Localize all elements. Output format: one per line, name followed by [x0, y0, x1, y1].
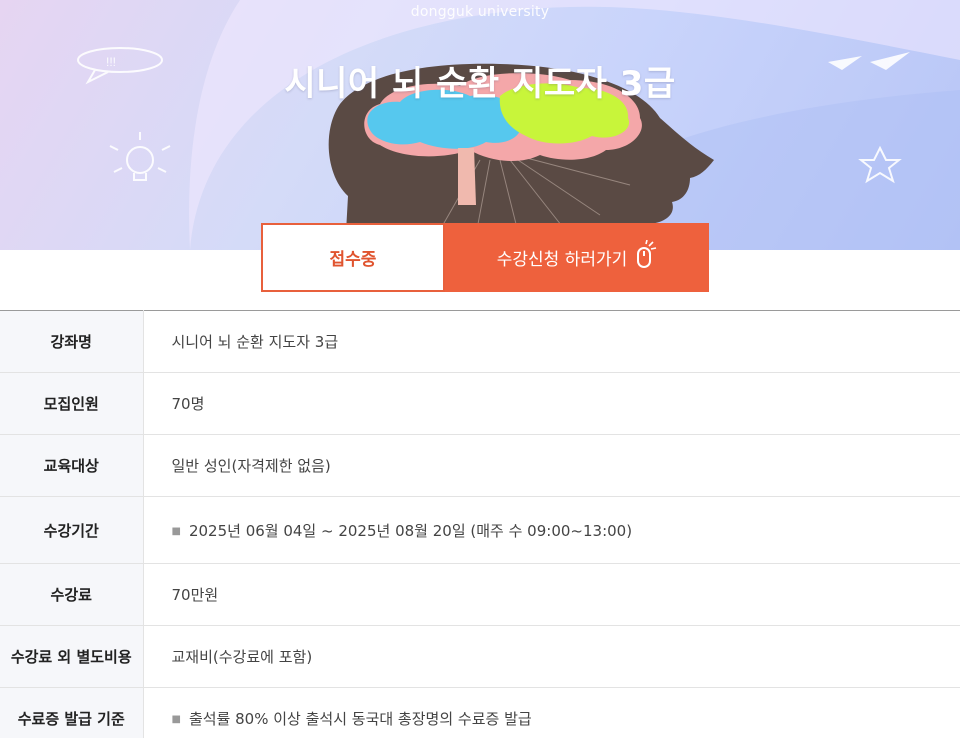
table-row: 수료증 발급 기준 ■ 출석률 80% 이상 출석시 동국대 총장명의 수료증 발…	[0, 687, 960, 738]
row-value: 70만원	[171, 586, 219, 604]
hero-banner: !!! dongguk university 시니어 뇌 순환 지도자 3급	[0, 0, 960, 250]
bullet-dot-icon: ■	[171, 525, 181, 537]
row-label: 수강기간	[0, 496, 144, 564]
table-row: 강좌명 시니어 뇌 순환 지도자 3급	[0, 310, 960, 373]
row-value: 교재비(수강료에 포함)	[171, 648, 313, 666]
table-row: 모집인원 70명	[0, 372, 960, 435]
row-label: 수강료 외 별도비용	[0, 625, 144, 688]
mouse-click-icon	[637, 239, 657, 268]
apply-label: 수강신청 하러가기	[496, 250, 628, 270]
row-value: 70명	[171, 395, 205, 413]
enrollment-status-button[interactable]: 접수중	[261, 223, 445, 292]
row-value: ■ 2025년 06월 04일 ~ 2025년 08월 20일 (매주 수 09:…	[171, 521, 633, 540]
row-value: 시니어 뇌 순환 지도자 3급	[171, 333, 339, 351]
row-label: 수료증 발급 기준	[0, 687, 144, 738]
university-name: dongguk university	[410, 4, 550, 20]
bullet-dot-icon: ■	[171, 714, 181, 725]
hero-illustration: !!!	[77, 0, 960, 250]
lightbulb-icon	[109, 132, 171, 181]
table-row: 교육대상 일반 성인(자격제한 없음)	[0, 434, 960, 497]
course-title: 시니어 뇌 순환 지도자 3급	[284, 64, 676, 104]
table-row: 수강료 외 별도비용 교재비(수강료에 포함)	[0, 625, 960, 688]
row-label: 모집인원	[0, 372, 144, 435]
table-row: 수강료 70만원	[0, 563, 960, 626]
row-label: 수강료	[0, 563, 144, 626]
course-info-table: 강좌명 시니어 뇌 순환 지도자 3급 모집인원 70명 교육대상 일반 성인(…	[0, 310, 960, 738]
row-value: 일반 성인(자격제한 없음)	[171, 457, 331, 475]
row-label: 강좌명	[0, 310, 144, 373]
row-value: ■ 출석률 80% 이상 출석시 동국대 총장명의 수료증 발급	[171, 710, 532, 728]
row-label: 교육대상	[0, 434, 144, 497]
apply-course-button[interactable]: 수강신청 하러가기	[445, 223, 709, 292]
table-row: 수강기간 ■ 2025년 06월 04일 ~ 2025년 08월 20일 (매주 …	[0, 496, 960, 564]
status-label: 접수중	[329, 250, 377, 270]
